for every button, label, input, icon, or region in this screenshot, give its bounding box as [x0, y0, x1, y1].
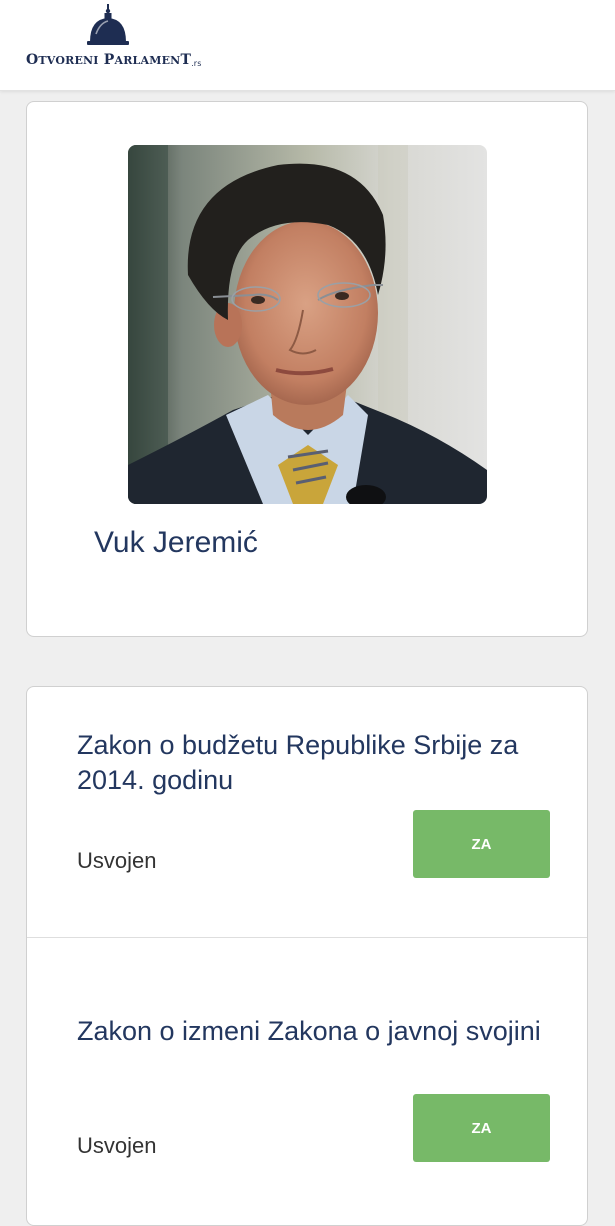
law-title[interactable]: Zakon o budžetu Republike Srbije za 2014…	[77, 728, 557, 798]
parliament-dome-icon	[87, 4, 129, 45]
site-logo[interactable]: OTVORENI PARLAMENT.rs	[26, 4, 216, 74]
vote-za-badge[interactable]: ZA	[413, 810, 550, 878]
app-header: OTVORENI PARLAMENT.rs	[0, 0, 615, 91]
vote-za-badge[interactable]: ZA	[413, 1094, 550, 1162]
law-title[interactable]: Zakon o izmeni Zakona o javnoj svojini	[77, 1014, 557, 1049]
vote-item: Zakon o izmeni Zakona o javnoj svojini U…	[27, 938, 587, 1225]
law-status: Usvojen	[77, 848, 157, 873]
vote-item: Zakon o budžetu Republike Srbije za 2014…	[27, 687, 587, 938]
person-name: Vuk Jeremić	[94, 526, 258, 559]
logo-wordmark: OTVORENI PARLAMENT.rs	[26, 52, 202, 68]
votes-card: Zakon o budžetu Republike Srbije za 2014…	[26, 686, 588, 1226]
portrait-photo	[128, 145, 487, 504]
profile-card: Vuk Jeremić	[26, 101, 588, 637]
law-status: Usvojen	[77, 1133, 157, 1158]
